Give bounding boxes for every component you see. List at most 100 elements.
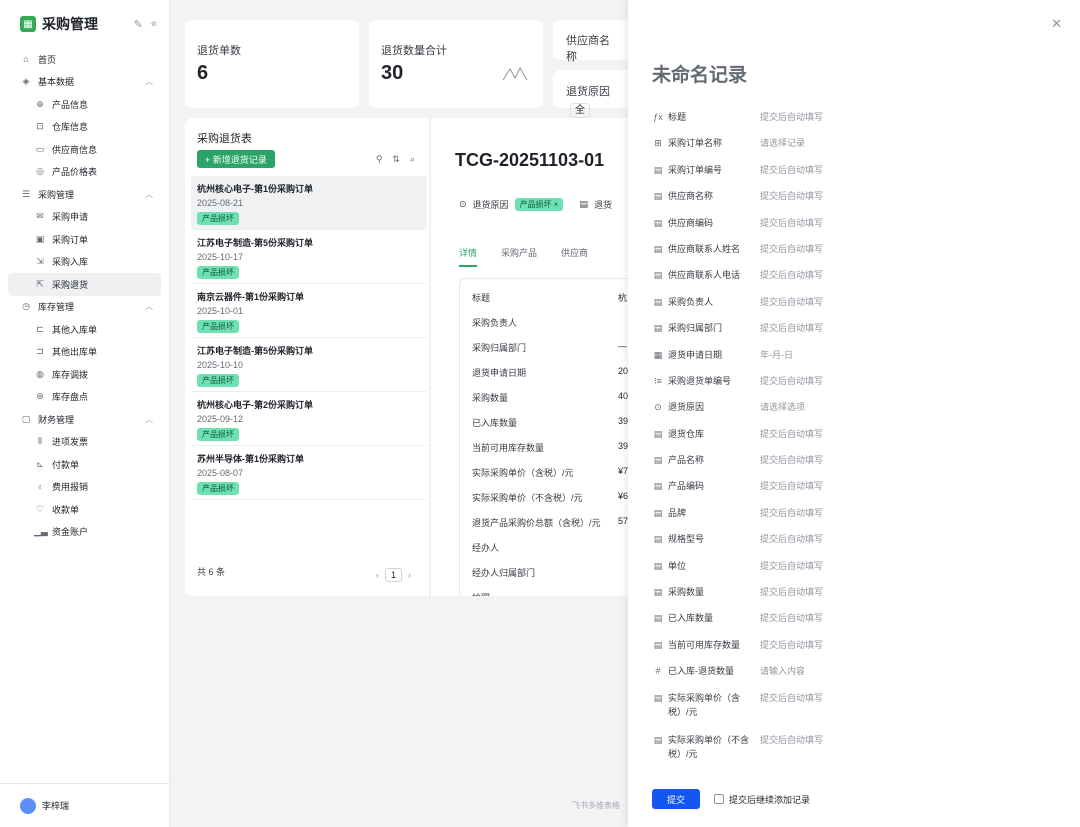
list-item[interactable]: 杭州核心电子-第1份采购订单 2025-08-21 产品损坏 — [191, 176, 427, 230]
form-field-input[interactable]: 提交后自动填写 — [760, 268, 823, 282]
sidebar-item-supplier-info[interactable]: ▭ 供应商信息 — [8, 138, 161, 161]
form-field-input[interactable]: 请选择选项 — [760, 400, 805, 414]
form-field[interactable]: ▤ 品牌 提交后自动填写 — [652, 506, 1052, 532]
sidebar-group-purchase[interactable]: ☰ 采购管理 ︿ — [8, 183, 161, 206]
form-field[interactable]: ▤ 供应商编码 提交后自动填写 — [652, 216, 1052, 242]
form-field[interactable]: ▤ 实际采购单价（不含税）/元 提交后自动填写 — [652, 733, 1052, 775]
form-field[interactable]: ▤ 退货仓库 提交后自动填写 — [652, 427, 1052, 453]
list-item[interactable]: 南京云器件-第1份采购订单 2025-10-01 产品损坏 — [191, 284, 427, 338]
form-field-input[interactable]: 提交后自动填写 — [760, 321, 823, 335]
sidebar-item-purchase-return[interactable]: ⇱ 采购退货 — [8, 273, 161, 296]
sidebar-item-purchase-order[interactable]: ▣ 采购订单 — [8, 228, 161, 251]
tab-details[interactable]: 详情 — [459, 246, 478, 267]
form-field[interactable]: ▤ 采购归属部门 提交后自动填写 — [652, 321, 1052, 347]
list-item[interactable]: 杭州核心电子-第2份采购订单 2025-09-12 产品损坏 — [191, 392, 427, 446]
filter-card-supplier[interactable]: 供应商名称 — [553, 20, 628, 63]
sidebar-item-purchase-request[interactable]: ✉ 采购申请 — [8, 206, 161, 229]
sidebar-group-finance[interactable]: ▢ 财务管理 ︿ — [8, 408, 161, 431]
form-field[interactable]: ▤ 采购数量 提交后自动填写 — [652, 585, 1052, 611]
tab-purchase-products[interactable]: 采购产品 — [501, 246, 537, 267]
form-field[interactable]: ⁝≡ 采购退货单编号 提交后自动填写 — [652, 374, 1052, 400]
form-field[interactable]: ▤ 已入库数量 提交后自动填写 — [652, 611, 1052, 637]
form-field-input[interactable]: 请选择记录 — [760, 136, 805, 150]
sidebar-item-stock-transfer[interactable]: ◍ 库存调拨 — [8, 363, 161, 386]
form-field-input[interactable]: 提交后自动填写 — [760, 559, 823, 573]
form-field[interactable]: ▤ 采购负责人 提交后自动填写 — [652, 295, 1052, 321]
form-field-input[interactable]: 提交后自动填写 — [760, 110, 823, 124]
tab-supplier[interactable]: 供应商 — [561, 246, 588, 267]
list-item[interactable]: 苏州半导体-第1份采购订单 2025-08-07 产品损坏 — [191, 446, 427, 500]
page-number[interactable]: 1 — [384, 568, 402, 582]
form-field-input[interactable]: 提交后自动填写 — [760, 532, 823, 546]
sidebar-item-stocktake[interactable]: ⊛ 库存盘点 — [8, 386, 161, 409]
sidebar-item-home[interactable]: ⌂ 首页 — [8, 48, 161, 71]
collapse-icon[interactable]: « — [151, 18, 157, 31]
list-item[interactable]: 江苏电子制造-第5份采购订单 2025-10-17 产品损坏 — [191, 230, 427, 284]
form-field[interactable]: ▤ 当前可用库存数量 提交后自动填写 — [652, 638, 1052, 664]
form-field-input[interactable]: 提交后自动填写 — [760, 453, 823, 467]
form-field[interactable]: ▤ 单位 提交后自动填写 — [652, 559, 1052, 585]
sidebar-group-basic[interactable]: ◈ 基本数据 ︿ — [8, 71, 161, 94]
form-field[interactable]: ▤ 规格型号 提交后自动填写 — [652, 532, 1052, 558]
form-field-input[interactable]: 提交后自动填写 — [760, 479, 823, 493]
lookup-icon: ▤ — [653, 455, 663, 466]
form-field-input[interactable]: 提交后自动填写 — [760, 506, 823, 520]
edit-icon[interactable]: ✎ — [134, 18, 143, 31]
sidebar-item-receipt[interactable]: ♡ 收款单 — [8, 498, 161, 521]
form-field[interactable]: # 已入库-退货数量 请输入内容 — [652, 664, 1052, 690]
reason-select[interactable]: 全 — [570, 103, 590, 118]
sidebar-item-fund-account[interactable]: ▁▃ 资金账户 — [8, 521, 161, 544]
sidebar-item-other-inbound[interactable]: ⊏ 其他入库单 — [8, 318, 161, 341]
sidebar-item-expense[interactable]: ♀ 费用报销 — [8, 476, 161, 499]
form-field[interactable]: ▤ 采购订单编号 提交后自动填写 — [652, 163, 1052, 189]
form-field-input[interactable]: 提交后自动填写 — [760, 638, 823, 652]
receipt-icon: ♡ — [35, 503, 45, 514]
user-profile[interactable]: 李梓瑞 — [0, 783, 169, 827]
form-field-input[interactable]: 提交后自动填写 — [760, 374, 823, 388]
form-field-input[interactable]: 提交后自动填写 — [760, 691, 823, 705]
sidebar-item-product-info[interactable]: ⊕ 产品信息 — [8, 93, 161, 116]
lookup-icon: ▤ — [653, 428, 663, 439]
form-field-input[interactable]: 提交后自动填写 — [760, 163, 823, 177]
form-field[interactable]: ⊙ 退货原因 请选择选项 — [652, 400, 1052, 426]
form-field[interactable]: ƒx 标题 提交后自动填写 — [652, 110, 1052, 136]
sidebar-item-purchase-inbound[interactable]: ⇲ 采购入库 — [8, 251, 161, 274]
sidebar-group-inventory[interactable]: ◷ 库存管理 ︿ — [8, 296, 161, 319]
sidebar-item-payment[interactable]: ⊾ 付款单 — [8, 453, 161, 476]
form-field-input[interactable]: 请输入内容 — [760, 664, 805, 678]
form-field[interactable]: ▦ 退货申请日期 年-月-日 — [652, 348, 1052, 374]
form-field-input[interactable]: 提交后自动填写 — [760, 427, 823, 441]
form-field[interactable]: ▤ 供应商联系人电话 提交后自动填写 — [652, 268, 1052, 294]
form-field-input[interactable]: 提交后自动填写 — [760, 216, 823, 230]
sidebar-nav: ⌂ 首页 ◈ 基本数据 ︿ ⊕ 产品信息 ⊡ 仓库信息 ▭ 供应商信息 ◎ 产品价格表 ☰ 采购… — [0, 48, 169, 543]
filter-card-reason[interactable]: 退货原因 全 — [553, 70, 628, 118]
sidebar-item-price-list[interactable]: ◎ 产品价格表 — [8, 161, 161, 184]
prev-page-icon[interactable]: ‹ — [376, 570, 379, 580]
sidebar-item-warehouse-info[interactable]: ⊡ 仓库信息 — [8, 116, 161, 139]
form-field-input[interactable]: 提交后自动填写 — [760, 295, 823, 309]
sidebar-item-other-outbound[interactable]: ⊐ 其他出库单 — [8, 341, 161, 364]
close-icon[interactable]: ✕ — [1051, 16, 1062, 32]
form-field[interactable]: ▤ 实际采购单价（含税）/元 提交后自动填写 — [652, 691, 1052, 733]
filter-icon[interactable]: ⚲ — [376, 154, 383, 165]
sort-icon[interactable]: ⇅ — [392, 154, 400, 165]
list-item[interactable]: 江苏电子制造-第5份采购订单 2025-10-10 产品损坏 — [191, 338, 427, 392]
form-field[interactable]: ▤ 供应商名称 提交后自动填写 — [652, 189, 1052, 215]
continue-add-checkbox[interactable]: 提交后继续添加记录 — [714, 793, 810, 806]
next-page-icon[interactable]: › — [408, 570, 411, 580]
form-field-input[interactable]: 提交后自动填写 — [760, 585, 823, 599]
form-field-input[interactable]: 提交后自动填写 — [760, 189, 823, 203]
form-field-input[interactable]: 年-月-日 — [760, 348, 793, 362]
form-field[interactable]: ▤ 供应商联系人姓名 提交后自动填写 — [652, 242, 1052, 268]
form-field-input[interactable]: 提交后自动填写 — [760, 733, 823, 747]
form-field[interactable]: ⊞ 采购订单名称 请选择记录 — [652, 136, 1052, 162]
form-field-input[interactable]: 提交后自动填写 — [760, 611, 823, 625]
form-field-input[interactable]: 提交后自动填写 — [760, 242, 823, 256]
status-badge[interactable]: 产品损坏 × — [514, 198, 564, 211]
add-return-record-button[interactable]: + 新增退货记录 — [197, 150, 275, 168]
sidebar-item-input-invoice[interactable]: ⦀ 进项发票 — [8, 431, 161, 454]
search-icon[interactable]: ⌕ — [410, 154, 415, 165]
form-field[interactable]: ▤ 产品编码 提交后自动填写 — [652, 479, 1052, 505]
submit-button[interactable]: 提交 — [652, 789, 700, 809]
form-field[interactable]: ▤ 产品名称 提交后自动填写 — [652, 453, 1052, 479]
